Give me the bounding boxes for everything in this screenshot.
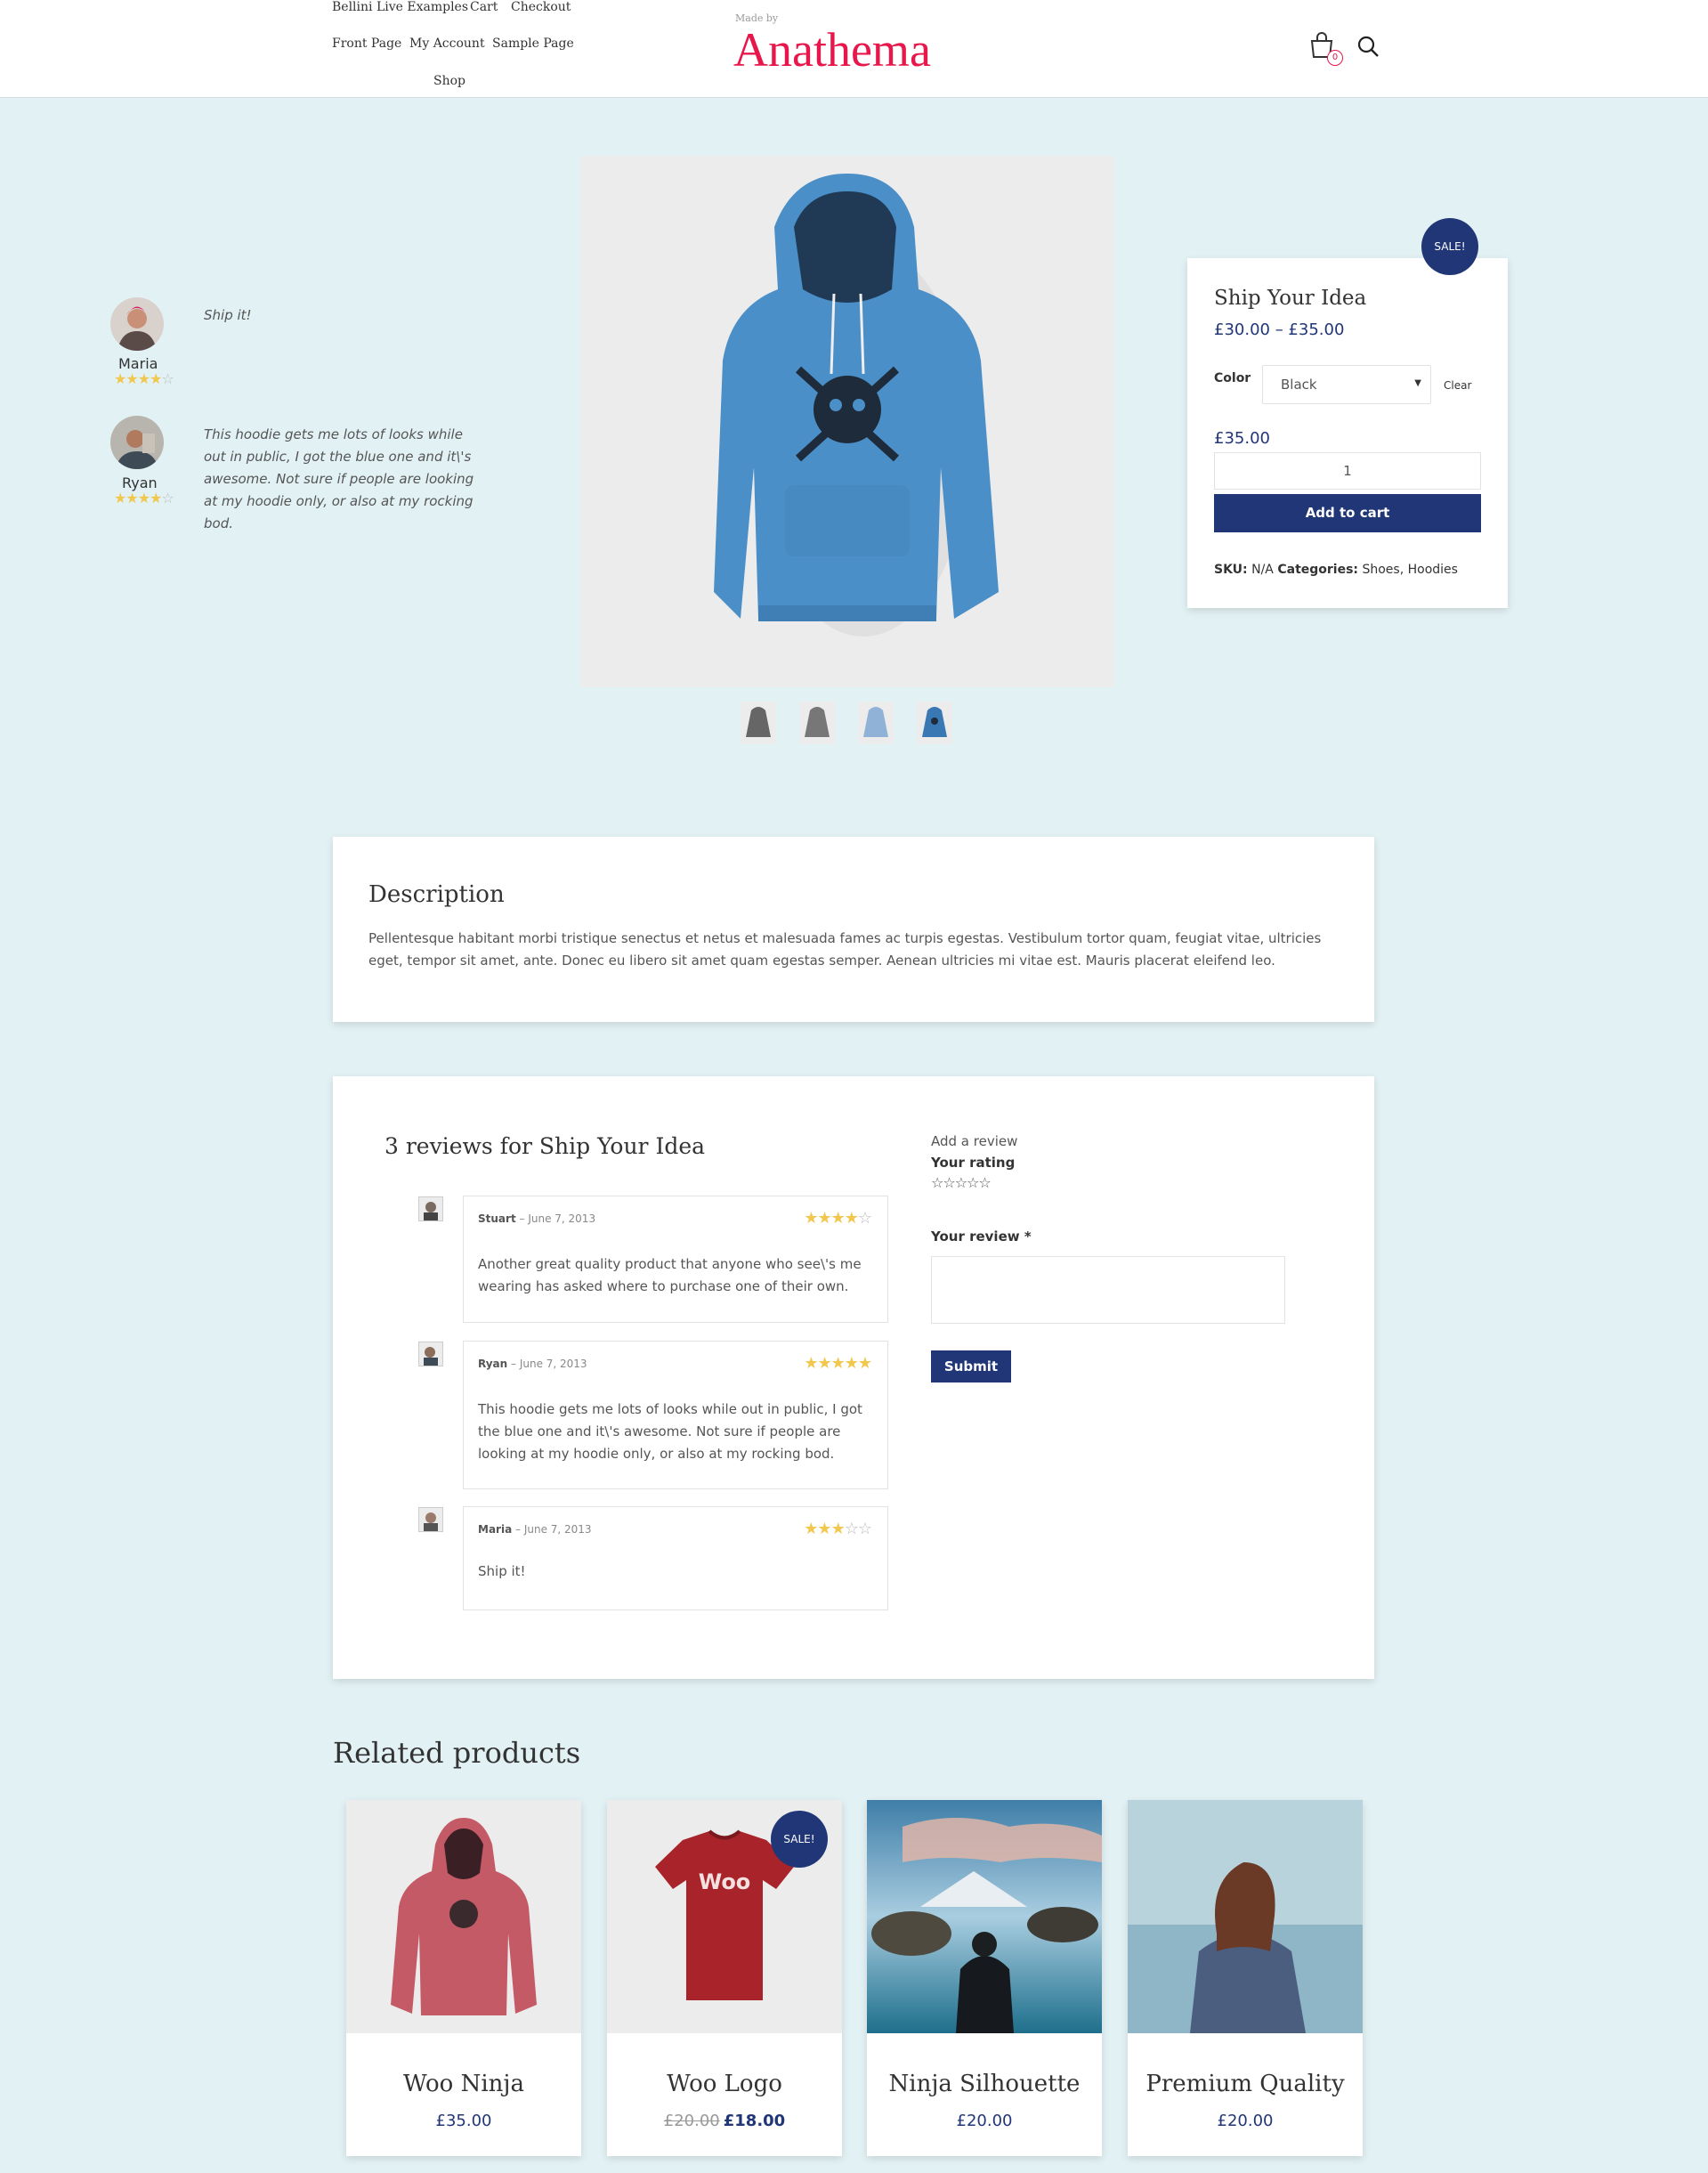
- color-select[interactable]: Black ▼: [1262, 365, 1431, 404]
- review-item: Stuart – June 7, 2013 ★★★★☆ Another grea…: [463, 1196, 888, 1323]
- hoodie-image: [714, 174, 999, 636]
- price-value: £35.00: [435, 2112, 492, 2130]
- related-product[interactable]: Woo SALE! Woo Logo £20.00 £18.00: [607, 1800, 842, 2156]
- product-price-range: £30.00 – £35.00: [1214, 320, 1345, 339]
- sku-value: N/A: [1251, 563, 1274, 577]
- product-price: £20.00: [867, 2112, 1102, 2130]
- avatar: [418, 1342, 443, 1366]
- related-product[interactable]: Ninja Silhouette £20.00: [867, 1800, 1102, 2156]
- product-name[interactable]: Woo Ninja: [346, 2071, 581, 2097]
- rating-input-stars[interactable]: ☆☆☆☆☆: [931, 1174, 992, 1191]
- star-rating: ★★★★☆: [804, 1209, 872, 1228]
- your-review-label: Your review *: [931, 1228, 1032, 1245]
- review-author: Ryan: [478, 1358, 508, 1370]
- cart-count-badge[interactable]: 0: [1327, 50, 1343, 66]
- product-meta: SKU: N/A Categories: Shoes, Hoodies: [1214, 563, 1458, 577]
- sale-badge: SALE!: [771, 1811, 828, 1868]
- sale-badge: SALE!: [1421, 218, 1478, 275]
- review-date: – June 7, 2013: [511, 1358, 587, 1370]
- product-name[interactable]: Woo Logo: [607, 2071, 842, 2097]
- star-rating: ★★★★☆: [114, 370, 174, 387]
- woo-logo-text: Woo: [699, 1869, 751, 1894]
- old-price: £20.00: [663, 2112, 720, 2130]
- gallery-thumb-active[interactable]: [917, 701, 952, 744]
- submit-button[interactable]: Submit: [931, 1350, 1011, 1382]
- product-image[interactable]: [867, 1800, 1102, 2033]
- product-image[interactable]: [1128, 1800, 1363, 2033]
- review-text: Ship it!: [478, 1563, 526, 1579]
- nav-shop[interactable]: Shop: [433, 74, 465, 88]
- search-icon[interactable]: [1356, 34, 1380, 59]
- review-author: Maria: [478, 1523, 513, 1536]
- product-image[interactable]: [346, 1800, 581, 2033]
- price-value: £20.00: [956, 2112, 1013, 2130]
- review-date: – June 7, 2013: [515, 1523, 592, 1536]
- your-rating-label: Your rating: [931, 1155, 1016, 1171]
- color-select-value: Black: [1281, 377, 1317, 393]
- review-meta: Stuart – June 7, 2013: [478, 1212, 595, 1225]
- site-logo[interactable]: Anathema: [733, 23, 931, 77]
- site-header: Bellini Live Examples Cart Checkout Fron…: [0, 0, 1708, 98]
- review-text: Another great quality product that anyon…: [478, 1256, 862, 1294]
- product-name[interactable]: Ninja Silhouette: [867, 2071, 1102, 2097]
- aside-review-text: Ship it!: [204, 307, 252, 323]
- categories-label: Categories:: [1277, 563, 1359, 577]
- review-meta: Maria – June 7, 2013: [478, 1523, 592, 1536]
- related-title: Related products: [333, 1736, 581, 1770]
- add-review-heading: Add a review: [931, 1133, 1018, 1149]
- avatar: [418, 1196, 443, 1221]
- review-date: – June 7, 2013: [519, 1212, 596, 1225]
- color-label: Color: [1214, 371, 1251, 385]
- product-name[interactable]: Premium Quality: [1128, 2071, 1363, 2097]
- product-price: £35.00: [346, 2112, 581, 2130]
- star-rating: ★★★☆☆: [804, 1520, 872, 1538]
- review-item: Maria – June 7, 2013 ★★★☆☆ Ship it!: [463, 1506, 888, 1610]
- nav-cart[interactable]: Cart: [470, 0, 498, 14]
- avatar: [110, 297, 164, 351]
- avatar: [110, 416, 164, 469]
- nav-bellini-live-examples[interactable]: Bellini Live Examples: [332, 0, 468, 14]
- price-value: £20.00: [1217, 2112, 1274, 2130]
- gallery-thumb[interactable]: [741, 701, 776, 744]
- product-title: Ship Your Idea: [1214, 287, 1367, 310]
- variation-price: £35.00: [1214, 429, 1270, 448]
- review-item: Ryan – June 7, 2013 ★★★★★ This hoodie ge…: [463, 1341, 888, 1489]
- chevron-down-icon: ▼: [1414, 378, 1421, 388]
- clear-variation-link[interactable]: Clear: [1444, 379, 1471, 392]
- add-to-cart-button[interactable]: Add to cart: [1214, 494, 1481, 532]
- gallery-thumb[interactable]: [799, 701, 835, 744]
- avatar: [418, 1507, 443, 1532]
- star-rating: ★★★★★: [804, 1354, 872, 1373]
- categories-links[interactable]: Shoes, Hoodies: [1362, 563, 1457, 577]
- sku-label: SKU:: [1214, 563, 1248, 577]
- product-summary: Ship Your Idea £30.00 – £35.00 Color Bla…: [1187, 258, 1508, 608]
- description-title: Description: [368, 881, 505, 908]
- nav-checkout[interactable]: Checkout: [511, 0, 571, 14]
- reviews-panel: 3 reviews for Ship Your Idea Stuart – Ju…: [333, 1076, 1374, 1679]
- aside-review-text: This hoodie gets me lots of looks while …: [204, 426, 474, 531]
- sale-price: £18.00: [723, 2112, 786, 2130]
- description-text: Pellentesque habitant morbi tristique se…: [368, 930, 1322, 969]
- product-price: £20.00 £18.00: [607, 2112, 842, 2130]
- description-panel: Description Pellentesque habitant morbi …: [333, 837, 1374, 1022]
- related-product[interactable]: Woo Ninja £35.00: [346, 1800, 581, 2156]
- nav-sample-page[interactable]: Sample Page: [492, 36, 574, 51]
- review-textarea[interactable]: [931, 1256, 1285, 1324]
- reviews-title: 3 reviews for Ship Your Idea: [385, 1133, 706, 1159]
- gallery-thumb[interactable]: [858, 701, 894, 744]
- quantity-input[interactable]: 1: [1214, 452, 1481, 490]
- nav-front-page[interactable]: Front Page: [332, 36, 401, 51]
- related-product[interactable]: Premium Quality £20.00: [1128, 1800, 1363, 2156]
- review-author: Stuart: [478, 1212, 516, 1225]
- review-meta: Ryan – June 7, 2013: [478, 1358, 587, 1370]
- product-price: £20.00: [1128, 2112, 1363, 2130]
- star-rating: ★★★★☆: [114, 490, 174, 507]
- product-main-image[interactable]: [580, 156, 1114, 687]
- review-text: This hoodie gets me lots of looks while …: [478, 1401, 862, 1462]
- nav-my-account[interactable]: My Account: [409, 36, 485, 51]
